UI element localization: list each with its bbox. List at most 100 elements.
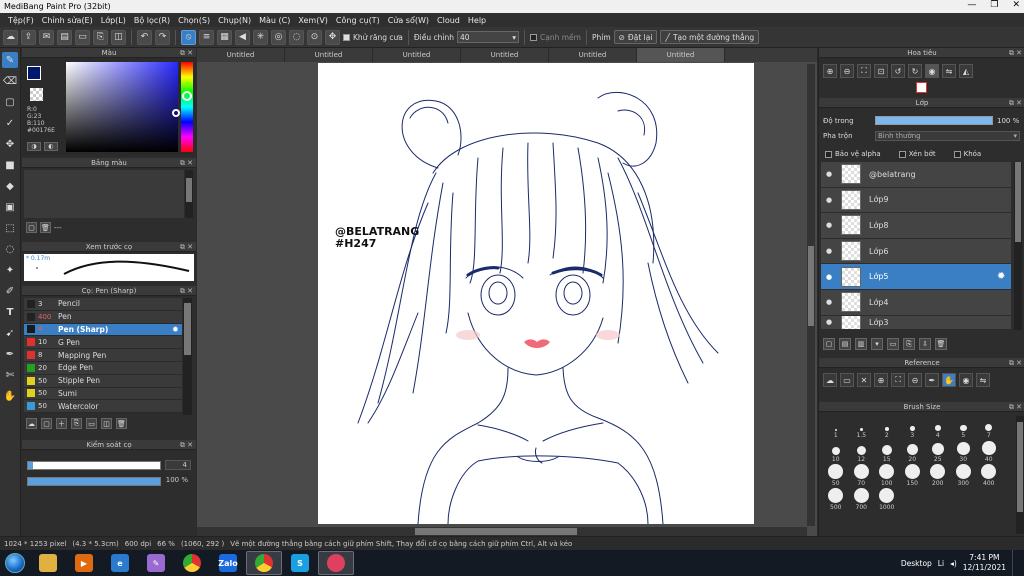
brush-row[interactable]: 50 Sumi [24, 387, 182, 401]
brush-size-option[interactable]: 20 [900, 440, 926, 464]
taskbar-app-explorer[interactable] [30, 551, 66, 575]
eye-icon[interactable]: ● [821, 273, 837, 281]
select-tool-icon[interactable]: ⬚ [2, 220, 18, 236]
layer-opacity-slider[interactable] [875, 116, 993, 125]
menu-select[interactable]: Chọn(S) [174, 16, 214, 25]
ref-eyedropper-icon[interactable]: ✒ [925, 373, 939, 387]
zoom-out-icon[interactable]: ⊖ [840, 64, 854, 78]
brush-size-option[interactable]: 200 [925, 464, 951, 488]
brush-size-option[interactable]: 1000 [874, 488, 900, 512]
document-tab[interactable]: Untitled [549, 48, 637, 62]
layer-row[interactable]: ● Lớp4 [821, 289, 1011, 316]
flip-h-icon[interactable]: ◭ [959, 64, 973, 78]
menu-snap[interactable]: Chụp(N) [214, 16, 255, 25]
rotate-ccw-icon[interactable]: ↺ [891, 64, 905, 78]
actual-size-icon[interactable]: ⊡ [874, 64, 888, 78]
brush-size-option[interactable]: 50 [823, 464, 849, 488]
brush-size-option[interactable]: 400 [976, 464, 1002, 488]
gear-icon[interactable]: ✹ [997, 271, 1011, 282]
eye-icon[interactable]: ● [821, 298, 837, 306]
clock[interactable]: 7:41 PM 12/11/2021 [963, 553, 1006, 573]
new-palette-icon[interactable]: ▢ [26, 222, 37, 233]
layer-row[interactable]: ● Lớp6 [821, 238, 1011, 265]
redo-icon[interactable]: ↷ [155, 29, 170, 45]
ref-zoom-out-icon[interactable]: ⊖ [908, 373, 922, 387]
delete-layer-icon[interactable]: 🗑 [935, 338, 947, 350]
saturation-value-picker[interactable] [66, 62, 178, 152]
brush-row[interactable]: 3 Pencil [24, 298, 182, 311]
clipping-toggle[interactable]: Xén bớt [898, 150, 936, 158]
hand-tool-icon[interactable]: ✋ [2, 388, 18, 404]
brush-folder-add-icon[interactable]: ◫ [101, 418, 112, 429]
duplicate-layer-icon[interactable]: ⎘ [903, 338, 915, 350]
divide-tool-icon[interactable]: ✄ [2, 367, 18, 383]
menu-layer[interactable]: Lớp(L) [97, 16, 130, 25]
straight-line-button[interactable]: ╱ Tạo một đường thẳng [660, 30, 760, 44]
brush-size-option[interactable]: 40 [976, 440, 1002, 464]
taskbar-app-ie[interactable]: e [102, 551, 138, 575]
list-icon[interactable]: ▤ [57, 29, 72, 45]
ruler-left-icon[interactable]: ◀ [235, 29, 250, 45]
brush-row[interactable]: 50 Stipple Pen [24, 374, 182, 388]
text-tool-icon[interactable]: T [2, 304, 18, 320]
ruler-ellipse-icon[interactable]: ⊙ [307, 29, 322, 45]
new-8bit-layer-icon[interactable]: ▥ [855, 338, 867, 350]
select-pen-icon[interactable]: ✐ [2, 283, 18, 299]
document-tab[interactable]: Untitled [285, 48, 373, 62]
menu-cloud[interactable]: Cloud [433, 16, 464, 25]
menu-help[interactable]: Help [464, 16, 490, 25]
soft-edge-checkbox[interactable] [530, 33, 537, 41]
reset-button[interactable]: ⊘ Đặt lại [613, 30, 658, 44]
brush-folder-icon[interactable]: ▭ [86, 418, 97, 429]
flip-icon[interactable]: ⇋ [942, 64, 956, 78]
new-halftone-layer-icon[interactable]: ▤ [839, 338, 851, 350]
protect-alpha-toggle[interactable]: Bảo vệ alpha [825, 150, 881, 158]
menu-filter[interactable]: Bộ lọc(R) [130, 16, 174, 25]
brush-duplicate-icon[interactable]: ⎘ [71, 418, 82, 429]
ruler-concentric-icon[interactable]: ◎ [271, 29, 286, 45]
lock-checkbox[interactable] [953, 150, 961, 158]
antialias-checkbox[interactable] [343, 33, 350, 41]
brush-size-scrollbar[interactable] [1016, 416, 1024, 534]
taskbar-app-chrome[interactable] [174, 551, 210, 575]
color-set-icon[interactable]: ◐ [44, 142, 58, 151]
brush-row[interactable]: 400 Pen [24, 310, 182, 324]
panel-close-icon[interactable]: ⧉ ✕ [1009, 98, 1022, 108]
eye-icon[interactable]: ● [821, 247, 837, 255]
ruler-radial-icon[interactable]: ✳ [253, 29, 268, 45]
ref-close-icon[interactable]: ✕ [857, 373, 871, 387]
brush-row[interactable]: 10 G Pen [24, 336, 182, 350]
gradient-tool-icon[interactable]: ▣ [2, 199, 18, 215]
start-button[interactable] [0, 550, 30, 576]
ref-hand-icon[interactable]: ✋ [942, 373, 956, 387]
menu-edit[interactable]: Chỉnh sửa(E) [38, 16, 97, 25]
brush-size-option[interactable]: 30 [951, 440, 977, 464]
eye-icon[interactable]: ● [821, 318, 837, 326]
layer-row-selected[interactable]: ● Lớp5 ✹ [821, 264, 1011, 290]
panel-close-icon[interactable]: ⧉ ✕ [180, 286, 193, 296]
comment-icon[interactable]: ✉ [39, 29, 54, 45]
drawing-canvas[interactable]: @BELATRANG #H247 [318, 63, 754, 524]
brush-size-value[interactable]: 4 [165, 460, 191, 470]
brush-size-option[interactable]: 150 [900, 464, 926, 488]
eye-icon[interactable]: ● [821, 221, 837, 229]
ref-fit-icon[interactable]: ⛶ [891, 373, 905, 387]
undo-icon[interactable]: ↶ [137, 29, 152, 45]
panel-close-icon[interactable]: ⧉ ✕ [180, 440, 193, 450]
zoom-in-icon[interactable]: ⊕ [823, 64, 837, 78]
ruler-circle-icon[interactable]: ◌ [289, 29, 304, 45]
sv-knob[interactable] [172, 109, 180, 117]
ruler-move-icon[interactable]: ✥ [325, 29, 340, 45]
maximize-icon[interactable]: ❐ [990, 0, 998, 10]
menu-window[interactable]: Cửa sổ(W) [384, 16, 433, 25]
rectangle-tool-icon[interactable]: ▢ [2, 94, 18, 110]
fill-rect-tool-icon[interactable]: ■ [2, 157, 18, 173]
fit-icon[interactable]: ⛶ [857, 64, 871, 78]
lasso-tool-icon[interactable]: ◌ [2, 241, 18, 257]
brush-size-option[interactable]: 70 [849, 464, 875, 488]
hue-knob[interactable] [182, 91, 192, 101]
canvas-horizontal-scrollbar[interactable] [197, 527, 807, 536]
taskbar-app-paint[interactable]: ✎ [138, 551, 174, 575]
menu-view[interactable]: Xem(V) [294, 16, 332, 25]
antialias-toggle[interactable]: Khử răng cưa [343, 33, 403, 42]
